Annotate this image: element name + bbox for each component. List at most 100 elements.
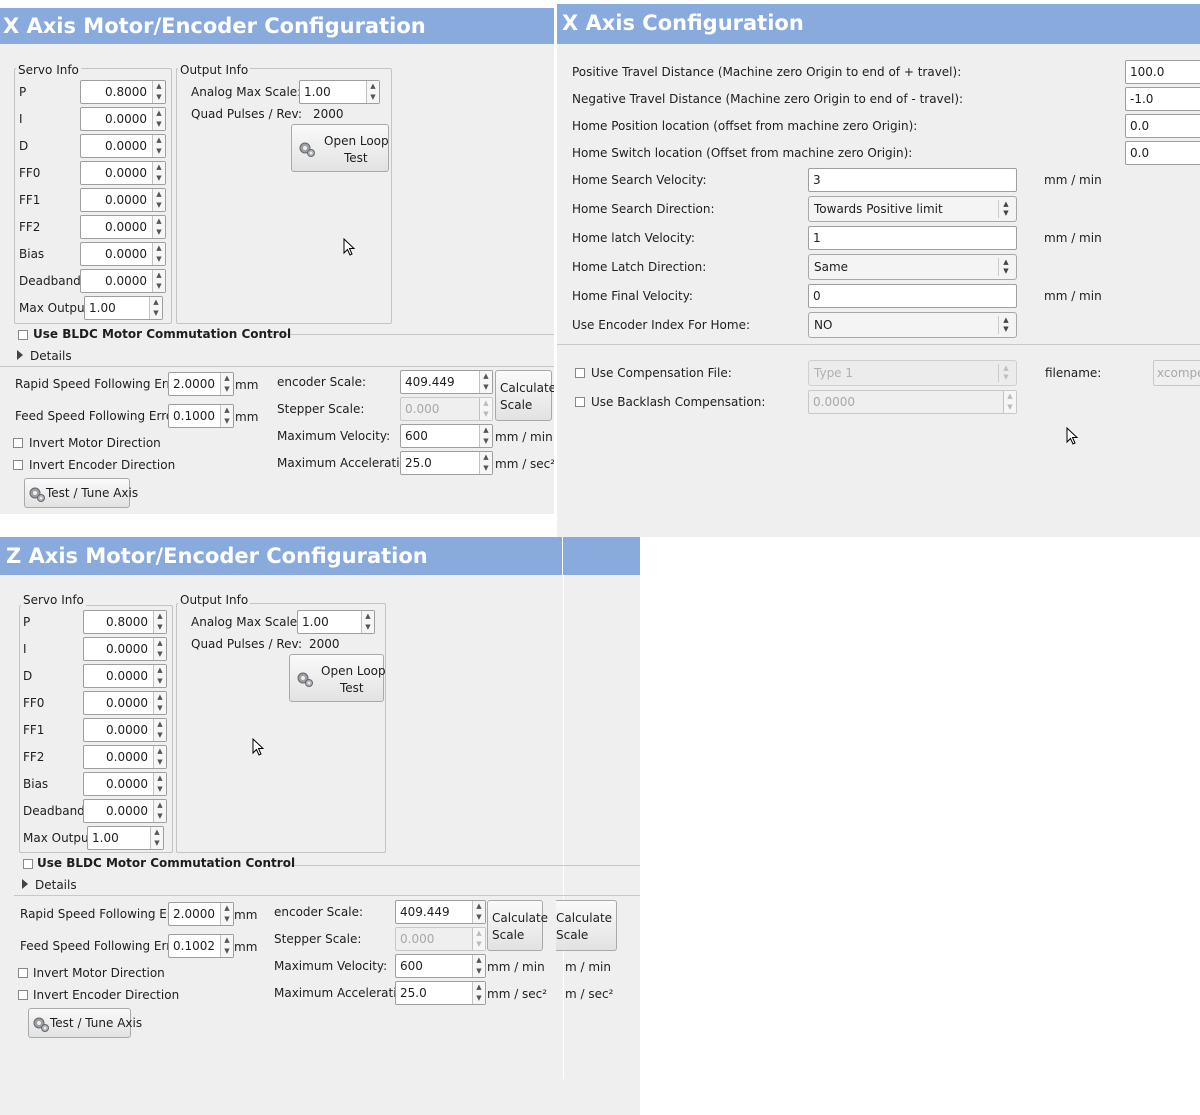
servo-d-arrows[interactable]: ▲ ▼ (152, 135, 165, 157)
servo-spinbox-d[interactable]: 0.0000 ▲ ▼ (83, 664, 167, 688)
spin-down-icon[interactable]: ▼ (154, 676, 166, 687)
spin-down-icon[interactable]: ▼ (153, 146, 165, 157)
spin-up-icon[interactable]: ▲ (221, 373, 233, 384)
spin-down-icon[interactable]: ▼ (154, 703, 166, 714)
servo-spinbox-p[interactable]: 0.8000 ▲ ▼ (80, 80, 166, 104)
spin-up-icon[interactable]: ▲ (480, 425, 492, 436)
max-output-arrows[interactable]: ▲ ▼ (150, 827, 163, 849)
z-invert-encoder-checkbox[interactable] (18, 990, 28, 1000)
comp-file-checkbox[interactable] (575, 368, 585, 378)
spin-up-icon[interactable]: ▲ (153, 162, 165, 173)
z-calculate-scale-button[interactable]: Calculate Scale (487, 900, 548, 951)
z-encoder-spinbox[interactable]: 409.449 ▲ ▼ (395, 900, 486, 924)
z-feed-arrows[interactable]: ▲ ▼ (220, 935, 233, 957)
travel-input-1[interactable]: -1.0 (1125, 87, 1200, 111)
spin-up-icon[interactable]: ▲ (473, 982, 485, 993)
travel-input-0[interactable]: 100.0 (1125, 60, 1200, 84)
x-maxvel-spinbox[interactable]: 600 ▲ ▼ (400, 424, 493, 448)
servo-p-arrows[interactable]: ▲ ▼ (152, 81, 165, 103)
spin-up-icon[interactable]: ▲ (480, 452, 492, 463)
spin-up-icon[interactable]: ▲ (154, 719, 166, 730)
spin-up-icon[interactable]: ▲ (367, 81, 379, 92)
servo-spinbox-bias[interactable]: 0.0000 ▲ ▼ (83, 772, 167, 796)
backlash-checkbox[interactable] (575, 397, 585, 407)
home-final-vel-input[interactable]: 0 (808, 284, 1017, 308)
spin-up-icon[interactable]: ▲ (221, 903, 233, 914)
spin-down-icon[interactable]: ▼ (221, 946, 233, 957)
z-feed-spinbox[interactable]: 0.1002 ▲ ▼ (168, 934, 234, 958)
spin-down-icon[interactable]: ▼ (154, 811, 166, 822)
spin-up-icon[interactable]: ▲ (153, 135, 165, 146)
spin-up-icon[interactable]: ▲ (221, 935, 233, 946)
spin-down-icon[interactable]: ▼ (367, 92, 379, 103)
z-analog-spinbox[interactable]: 1.00 ▲ ▼ (297, 610, 375, 634)
spin-down-icon[interactable]: ▼ (153, 200, 165, 211)
x-rapid-spinbox[interactable]: 2.0000 ▲ ▼ (168, 372, 234, 396)
home-search-dir-select[interactable]: Towards Positive limit ▲ ▼ (808, 196, 1017, 222)
x-bldc-checkbox[interactable] (18, 330, 28, 340)
x-test-tune-button[interactable]: Test / Tune Axis (24, 478, 138, 508)
spin-down-icon[interactable]: ▼ (473, 993, 485, 1004)
z-invert-motor-checkbox[interactable] (18, 968, 28, 978)
servo-spinbox-i[interactable]: 0.0000 ▲ ▼ (80, 107, 166, 131)
x-encoder-spinbox[interactable]: 409.449 ▲ ▼ (400, 370, 493, 394)
spin-up-icon[interactable]: ▲ (154, 638, 166, 649)
servo-spinbox-i[interactable]: 0.0000 ▲ ▼ (83, 637, 167, 661)
spin-down-icon[interactable]: ▼ (153, 227, 165, 238)
servo-spinbox-deadband[interactable]: 0.0000 ▲ ▼ (80, 269, 166, 293)
spin-up-icon[interactable]: ▲ (153, 108, 165, 119)
spin-up-icon[interactable]: ▲ (150, 297, 162, 308)
spin-down-icon[interactable]: ▼ (480, 436, 492, 447)
spin-up-icon[interactable]: ▲ (473, 901, 485, 912)
travel-input-2[interactable]: 0.0 (1125, 114, 1200, 138)
spin-up-icon[interactable]: ▲ (154, 746, 166, 757)
x-open-loop-button[interactable]: Open Loop Test (291, 124, 389, 172)
spin-down-icon[interactable]: ▼ (154, 784, 166, 795)
servo-deadband-arrows[interactable]: ▲ ▼ (152, 270, 165, 292)
z-maxvel-arrows[interactable]: ▲ ▼ (472, 955, 485, 977)
x-analog-spinbox[interactable]: 1.00 ▲ ▼ (299, 80, 380, 104)
spin-down-icon[interactable]: ▼ (151, 838, 163, 849)
spin-up-icon[interactable]: ▲ (154, 611, 166, 622)
servo-spinbox-deadband[interactable]: 0.0000 ▲ ▼ (83, 799, 167, 823)
spin-down-icon[interactable]: ▼ (153, 119, 165, 130)
servo-spinbox-bias[interactable]: 0.0000 ▲ ▼ (80, 242, 166, 266)
servo-ff0-arrows[interactable]: ▲ ▼ (152, 162, 165, 184)
spin-up-icon[interactable]: ▲ (480, 371, 492, 382)
x-invert-encoder-checkbox[interactable] (13, 460, 23, 470)
z-details-expander-icon[interactable] (22, 879, 28, 889)
spin-down-icon[interactable]: ▼ (154, 730, 166, 741)
spin-down-icon[interactable]: ▼ (480, 382, 492, 393)
spin-up-icon[interactable]: ▲ (154, 800, 166, 811)
servo-deadband-arrows[interactable]: ▲ ▼ (153, 800, 166, 822)
servo-spinbox-ff2[interactable]: 0.0000 ▲ ▼ (83, 745, 167, 769)
servo-spinbox-ff2[interactable]: 0.0000 ▲ ▼ (80, 215, 166, 239)
x-details-expander-icon[interactable] (17, 350, 23, 360)
spin-up-icon[interactable]: ▲ (153, 81, 165, 92)
x-analog-arrows[interactable]: ▲ ▼ (366, 81, 379, 103)
servo-spinbox-ff1[interactable]: 0.0000 ▲ ▼ (83, 718, 167, 742)
z-rapid-spinbox[interactable]: 2.0000 ▲ ▼ (168, 902, 234, 926)
spin-down-icon[interactable]: ▼ (153, 281, 165, 292)
x-maxvel-arrows[interactable]: ▲ ▼ (479, 425, 492, 447)
z-encoder-arrows[interactable]: ▲ ▼ (472, 901, 485, 923)
z-maxacc-arrows[interactable]: ▲ ▼ (472, 982, 485, 1004)
home-search-vel-input[interactable]: 3 (808, 168, 1017, 192)
spin-down-icon[interactable]: ▼ (154, 649, 166, 660)
encoder-index-select[interactable]: NO ▲ ▼ (808, 312, 1017, 338)
spin-down-icon[interactable]: ▼ (480, 463, 492, 474)
servo-i-arrows[interactable]: ▲ ▼ (153, 638, 166, 660)
spin-down-icon[interactable]: ▼ (154, 757, 166, 768)
servo-ff0-arrows[interactable]: ▲ ▼ (153, 692, 166, 714)
spin-down-icon[interactable]: ▼ (362, 622, 374, 633)
servo-ff2-arrows[interactable]: ▲ ▼ (153, 746, 166, 768)
spin-down-icon[interactable]: ▼ (150, 308, 162, 319)
servo-p-arrows[interactable]: ▲ ▼ (153, 611, 166, 633)
servo-bias-arrows[interactable]: ▲ ▼ (152, 243, 165, 265)
spin-up-icon[interactable]: ▲ (473, 955, 485, 966)
travel-input-3[interactable]: 0.0 (1125, 141, 1200, 165)
x-invert-motor-checkbox[interactable] (13, 438, 23, 448)
z-test-tune-button[interactable]: Test / Tune Axis (28, 1008, 142, 1038)
servo-ff1-arrows[interactable]: ▲ ▼ (153, 719, 166, 741)
spin-down-icon[interactable]: ▼ (221, 416, 233, 427)
